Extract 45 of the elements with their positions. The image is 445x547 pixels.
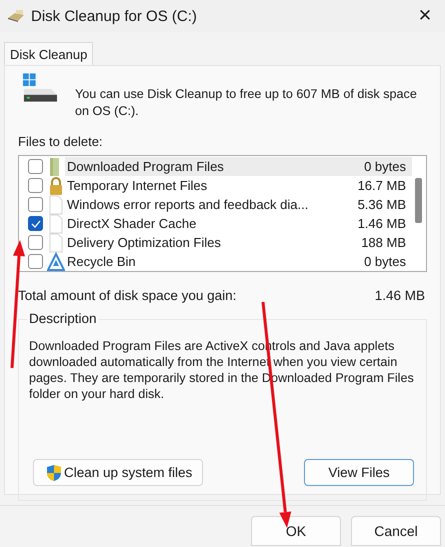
page-icon: [47, 214, 65, 234]
cancel-button[interactable]: Cancel: [351, 516, 441, 546]
file-name: Delivery Optimization Files: [66, 234, 222, 252]
file-size: 0 bytes: [363, 253, 407, 271]
page-icon: [47, 194, 65, 214]
lock-icon: [47, 176, 65, 196]
ok-button[interactable]: OK: [251, 516, 341, 546]
file-row[interactable]: Downloaded Program Files 0 bytes: [19, 157, 412, 176]
file-name: Downloaded Program Files: [65, 157, 326, 176]
total-label: Total amount of disk space you gain:: [18, 288, 236, 303]
file-name: Recycle Bin: [66, 253, 137, 271]
file-name: Temporary Internet Files: [66, 177, 208, 195]
file-name: Windows error reports and feedback dia...: [66, 196, 310, 214]
checkbox[interactable]: [28, 216, 43, 231]
file-name: DirectX Shader Cache: [66, 215, 198, 233]
file-size: 5.36 MB: [356, 196, 407, 214]
file-size: 0 bytes: [326, 157, 412, 176]
checkbox[interactable]: [28, 178, 43, 193]
recycle-icon: [47, 252, 65, 271]
view-files-button[interactable]: View Files: [304, 459, 414, 486]
clean-up-button[interactable]: Clean up system files: [33, 459, 204, 486]
checkbox[interactable]: [28, 159, 43, 174]
shield-icon: [46, 464, 62, 482]
file-size: 16.7 MB: [356, 177, 407, 195]
group-title: Description: [27, 311, 99, 326]
file-row[interactable]: DirectX Shader Cache 1.46 MB: [19, 214, 412, 233]
file-row[interactable]: Temporary Internet Files 16.7 MB: [19, 176, 412, 195]
file-row[interactable]: Recycle Bin 0 bytes: [19, 252, 412, 271]
file-size: 1.46 MB: [356, 215, 407, 233]
window-title: Disk Cleanup for OS (C:): [31, 8, 198, 24]
file-row[interactable]: Delivery Optimization Files 188 MB: [19, 233, 412, 252]
checkbox[interactable]: [28, 197, 43, 212]
close-button[interactable]: ✕: [405, 0, 445, 32]
checkbox[interactable]: [28, 235, 43, 250]
scrollbar-thumb[interactable]: [415, 178, 422, 223]
page-icon: [47, 232, 65, 252]
intro-text: You can use Disk Cleanup to free up to 607 MB of disk space on OS (C:).: [74, 86, 418, 120]
file-row[interactable]: Windows error reports and feedback dia... 5.36 MB: [19, 195, 412, 214]
drive-icon: [22, 73, 59, 103]
check-icon: [30, 220, 40, 228]
total-value: 1.46 MB: [374, 288, 425, 303]
file-size: 188 MB: [360, 234, 407, 252]
tab[interactable]: Disk Cleanup: [4, 42, 94, 65]
checkbox[interactable]: [28, 254, 43, 269]
list-label: Files to delete:: [18, 134, 104, 151]
